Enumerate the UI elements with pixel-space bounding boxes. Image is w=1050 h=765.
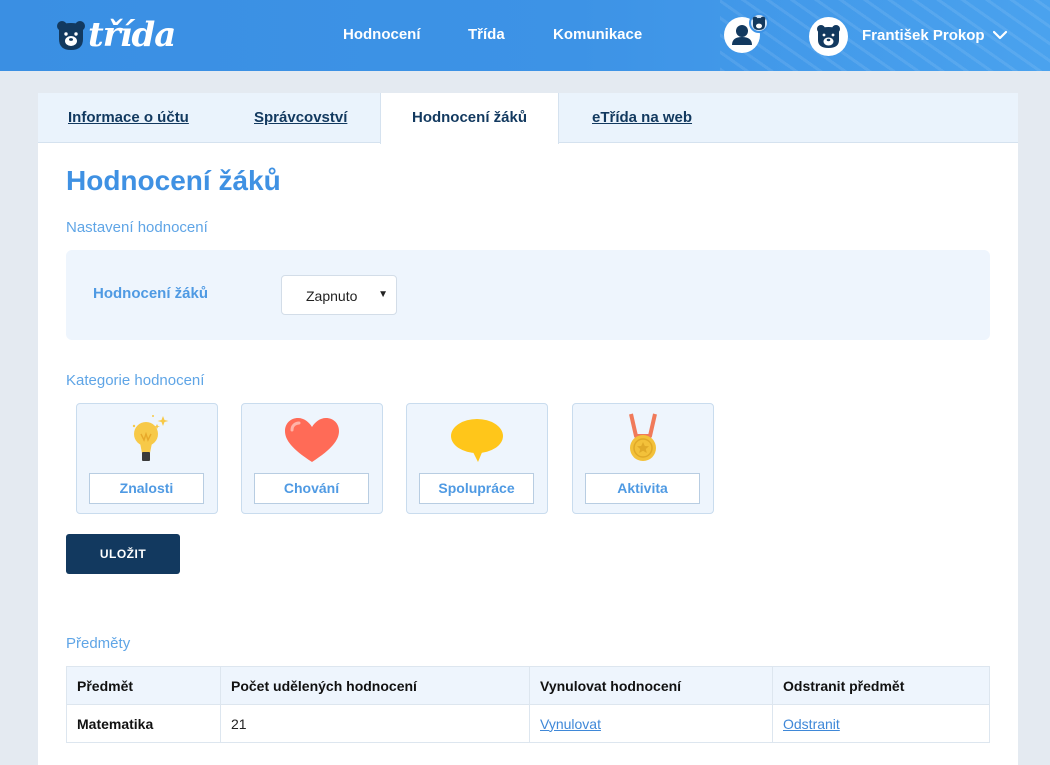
reset-link[interactable]: Vynulovat: [540, 716, 601, 732]
table-header-row: Předmět Počet udělených hodnocení Vynulo…: [66, 666, 990, 705]
column-header-reset: Vynulovat hodnocení: [529, 666, 773, 705]
remove-cell: Odstranit: [772, 704, 990, 743]
category-label: Znalosti: [89, 473, 204, 504]
category-card-aktivita[interactable]: Aktivita: [572, 403, 714, 514]
category-label: Aktivita: [585, 473, 700, 504]
settings-box: Hodnocení žáků Zapnuto ▼: [66, 250, 990, 340]
column-header-count: Počet udělených hodnocení: [220, 666, 530, 705]
page-title: Hodnocení žáků: [66, 165, 281, 196]
subject-name: Matematika: [66, 704, 221, 743]
settings-tabs: Informace o účtu Správcovství Hodnocení …: [38, 93, 1018, 144]
nav-hodnoceni[interactable]: Hodnocení: [343, 26, 421, 43]
categories-section-heading: Kategorie hodnocení: [66, 372, 205, 389]
bear-avatar-icon: [817, 25, 840, 48]
evaluation-count: 21: [220, 704, 530, 743]
select-value: Zapnuto: [306, 288, 358, 304]
category-card-spoluprace[interactable]: Spolupráce: [406, 403, 548, 514]
category-card-chovani[interactable]: Chování: [241, 403, 383, 514]
etrida-logo[interactable]: třída: [56, 14, 176, 56]
column-header-subject: Předmět: [66, 666, 221, 705]
user-avatar[interactable]: [809, 17, 848, 56]
top-navigation-bar: třída Hodnocení Třída Komunikace Františ…: [0, 0, 1050, 71]
lightbulb-icon: [132, 415, 169, 461]
logo-text: třída: [88, 15, 176, 55]
caret-down-icon: ▼: [378, 289, 388, 300]
category-label: Chování: [254, 473, 369, 504]
tab-spravcovstvi[interactable]: Správcovství: [254, 93, 347, 143]
speech-bubble-icon: [451, 419, 503, 462]
tab-hodnoceni-zaku[interactable]: Hodnocení žáků: [380, 93, 559, 144]
category-card-znalosti[interactable]: Znalosti: [76, 403, 218, 514]
user-name[interactable]: František Prokop: [862, 27, 985, 44]
evaluation-toggle-select[interactable]: Zapnuto ▼: [281, 275, 397, 315]
bear-logo-icon: [57, 21, 85, 50]
subjects-section-heading: Předměty: [66, 635, 131, 652]
tab-informace-o-uctu[interactable]: Informace o účtu: [68, 93, 189, 143]
nav-komunikace[interactable]: Komunikace: [553, 26, 642, 43]
heart-icon: [285, 418, 339, 462]
settings-section-heading: Nastavení hodnocení: [66, 219, 208, 236]
subjects-table: Předmět Počet udělených hodnocení Vynulo…: [66, 666, 990, 743]
save-button[interactable]: ULOŽIT: [66, 534, 180, 574]
reset-cell: Vynulovat: [529, 704, 773, 743]
category-label: Spolupráce: [419, 473, 534, 504]
tab-etrida-na-web[interactable]: eTřída na web: [592, 93, 692, 143]
table-row: Matematika 21 Vynulovat Odstranit: [66, 704, 990, 743]
nav-trida[interactable]: Třída: [468, 26, 505, 43]
medal-icon: [629, 413, 657, 461]
bear-badge-icon: [749, 13, 769, 33]
content-panel: Informace o účtu Správcovství Hodnocení …: [38, 93, 1018, 765]
chevron-down-icon[interactable]: [993, 30, 1007, 40]
evaluation-toggle-label: Hodnocení žáků: [93, 285, 209, 302]
profile-switch-button[interactable]: [724, 13, 769, 53]
remove-link[interactable]: Odstranit: [783, 716, 840, 732]
column-header-remove: Odstranit předmět: [772, 666, 990, 705]
